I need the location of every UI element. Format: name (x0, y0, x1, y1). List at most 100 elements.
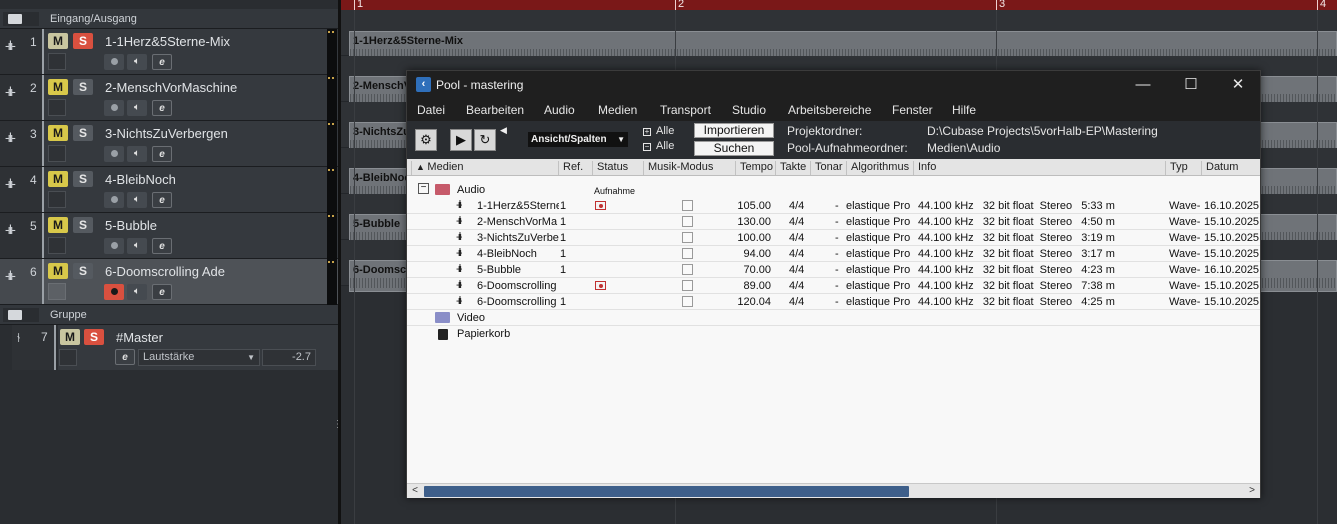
track-name[interactable]: #Master (116, 330, 163, 345)
edit-channel-button[interactable]: e (152, 100, 172, 116)
edit-channel-button[interactable]: e (152, 284, 172, 300)
folder-track-group[interactable]: Gruppe (0, 305, 338, 325)
mute-button[interactable]: M (60, 329, 80, 345)
menu-studio[interactable]: Studio (732, 103, 766, 117)
record-enable-button[interactable] (104, 146, 124, 162)
collapse-icon[interactable]: − (418, 183, 429, 194)
musik-modus-checkbox[interactable] (682, 296, 693, 307)
menu-medien[interactable]: Medien (598, 103, 637, 117)
track-color-square[interactable] (48, 99, 66, 116)
monitor-icon[interactable]: 🔈︎ (127, 238, 147, 254)
column-algorithmus[interactable]: Algorithmus (846, 161, 912, 175)
menu-fenster[interactable]: Fenster (892, 103, 933, 117)
monitor-icon[interactable]: 🔈︎ (127, 100, 147, 116)
scroll-left-arrow[interactable]: < (408, 484, 422, 498)
track-name[interactable]: 1-1Herz&5Sterne-Mix (105, 34, 230, 49)
solo-button[interactable]: S (84, 329, 104, 345)
mute-button[interactable]: M (48, 33, 68, 49)
audio-track[interactable]: -ılı- 5 M S 5-Bubble 🔈︎ e (0, 213, 338, 259)
resize-handle[interactable]: ⋮ (333, 420, 343, 444)
folder-track-io[interactable]: Eingang/Ausgang (0, 9, 338, 29)
musik-modus-checkbox[interactable] (682, 232, 693, 243)
edit-channel-button[interactable]: e (115, 349, 135, 365)
track-color-square[interactable] (48, 191, 66, 208)
track-name[interactable]: 5-Bubble (105, 218, 157, 233)
audio-track[interactable]: -ılı- 1 M S 1-1Herz&5Sterne-Mix 🔈︎ e (0, 29, 338, 75)
record-enable-button[interactable] (104, 54, 124, 70)
musik-modus-checkbox[interactable] (682, 248, 693, 259)
record-enable-button[interactable] (104, 192, 124, 208)
column-status[interactable]: Status (592, 161, 642, 175)
table-row[interactable]: -ılı- 5-Bubble 1 70.00 4/4 - elastique Pro · 44… (407, 262, 1260, 278)
musik-modus-checkbox[interactable] (682, 216, 693, 227)
track-color-square[interactable] (48, 237, 66, 254)
maximize-button[interactable]: ☐ (1171, 74, 1211, 96)
import-button[interactable]: Importieren (694, 123, 774, 138)
menu-audio[interactable]: Audio (544, 103, 575, 117)
edit-channel-button[interactable]: e (152, 146, 172, 162)
column-medien[interactable]: ▲ Medien (411, 161, 559, 175)
table-row[interactable]: -ılı- 6-Doomscrolling 1 120.04 4/4 - elastique… (407, 294, 1260, 310)
musik-modus-checkbox[interactable] (682, 280, 693, 291)
title-bar[interactable]: ‹ Pool - mastering — ☐ ✕ (407, 71, 1260, 99)
solo-button[interactable]: S (73, 217, 93, 233)
menu-datei[interactable]: Datei (417, 103, 445, 117)
play-icon[interactable]: ▶ (450, 129, 472, 151)
menu-bearbeiten[interactable]: Bearbeiten (466, 103, 524, 117)
audio-track[interactable]: -ılı- 3 M S 3-NichtsZuVerbergen 🔈︎ e (0, 121, 338, 167)
volume-icon[interactable]: ◀ (500, 125, 507, 136)
scrollbar-thumb[interactable] (424, 486, 909, 497)
monitor-icon[interactable]: 🔈︎ (127, 192, 147, 208)
record-enable-button[interactable] (104, 238, 124, 254)
record-enable-button[interactable] (104, 284, 124, 300)
record-enable-button[interactable] (104, 100, 124, 116)
monitor-icon[interactable]: 🔈︎ (127, 146, 147, 162)
edit-channel-button[interactable]: e (152, 238, 172, 254)
column-ref[interactable]: Ref. (558, 161, 590, 175)
close-button[interactable]: ✕ (1218, 74, 1258, 96)
tree-folder-video[interactable]: Video (407, 310, 1260, 326)
track-name[interactable]: 6-Doomscrolling Ade (105, 264, 225, 279)
table-row[interactable]: -ılı- 4-BleibNoch 1 94.00 4/4 - elastique Pro … (407, 246, 1260, 262)
collapse-all-button[interactable]: − Alle (643, 140, 674, 152)
track-color-square[interactable] (59, 349, 77, 366)
arrange-lane[interactable]: 1-1Herz&5Sterne-Mix (341, 10, 1337, 71)
mute-button[interactable]: M (48, 263, 68, 279)
track-name[interactable]: 3-NichtsZuVerbergen (105, 126, 228, 141)
master-track[interactable]: ⫮ 7 M S #Master e Lautstärke ▼ -2.7 (0, 325, 338, 370)
column-info[interactable]: Info (913, 161, 1165, 175)
menu-transport[interactable]: Transport (660, 103, 711, 117)
table-row[interactable]: -ılı- 2-MenschVorMa 1 130.00 4/4 - elastique P… (407, 214, 1260, 230)
edit-channel-button[interactable]: e (152, 54, 172, 70)
table-row[interactable]: -ılı- 3-NichtsZuVerbe 1 100.00 4/4 - elastique… (407, 230, 1260, 246)
search-button[interactable]: Suchen (694, 141, 774, 156)
track-name[interactable]: 4-BleibNoch (105, 172, 176, 187)
solo-button[interactable]: S (73, 263, 93, 279)
inspector-toggle-icon[interactable]: ⚙ (415, 129, 437, 151)
ruler[interactable]: 1 2 3 4 (341, 0, 1337, 10)
audio-track[interactable]: -ılı- 4 M S 4-BleibNoch 🔈︎ e (0, 167, 338, 213)
scroll-right-arrow[interactable]: > (1245, 484, 1259, 498)
expand-all-button[interactable]: + Alle (643, 125, 674, 137)
column-musik-modus[interactable]: Musik-Modus (643, 161, 735, 175)
parameter-select[interactable]: Lautstärke ▼ (138, 349, 260, 366)
menu-arbeitsbereiche[interactable]: Arbeitsbereiche (788, 103, 871, 117)
audio-track[interactable]: -ılı- 2 M S 2-MenschVorMaschine 🔈︎ e (0, 75, 338, 121)
tree-folder-trash[interactable]: Papierkorb (407, 326, 1260, 342)
musik-modus-checkbox[interactable] (682, 200, 693, 211)
table-row[interactable]: -ılı- 6-Doomscrolling 89.00 4/4 - elastique P… (407, 278, 1260, 294)
monitor-icon[interactable]: 🔈︎ (127, 54, 147, 70)
column-tempo[interactable]: Tempo (735, 161, 774, 175)
solo-button[interactable]: S (73, 171, 93, 187)
loop-icon[interactable]: ↻ (474, 129, 496, 151)
column-datum[interactable]: Datum (1201, 161, 1260, 175)
mute-button[interactable]: M (48, 171, 68, 187)
menu-hilfe[interactable]: Hilfe (952, 103, 976, 117)
track-name[interactable]: 2-MenschVorMaschine (105, 80, 237, 95)
mute-button[interactable]: M (48, 79, 68, 95)
minimize-button[interactable]: — (1123, 74, 1163, 96)
solo-button[interactable]: S (73, 33, 93, 49)
table-row[interactable]: -ılı- 1-1Herz&5Sterne 1 105.00 4/4 - elastique… (407, 198, 1260, 214)
parameter-value[interactable]: -2.7 (262, 349, 316, 366)
solo-button[interactable]: S (73, 125, 93, 141)
